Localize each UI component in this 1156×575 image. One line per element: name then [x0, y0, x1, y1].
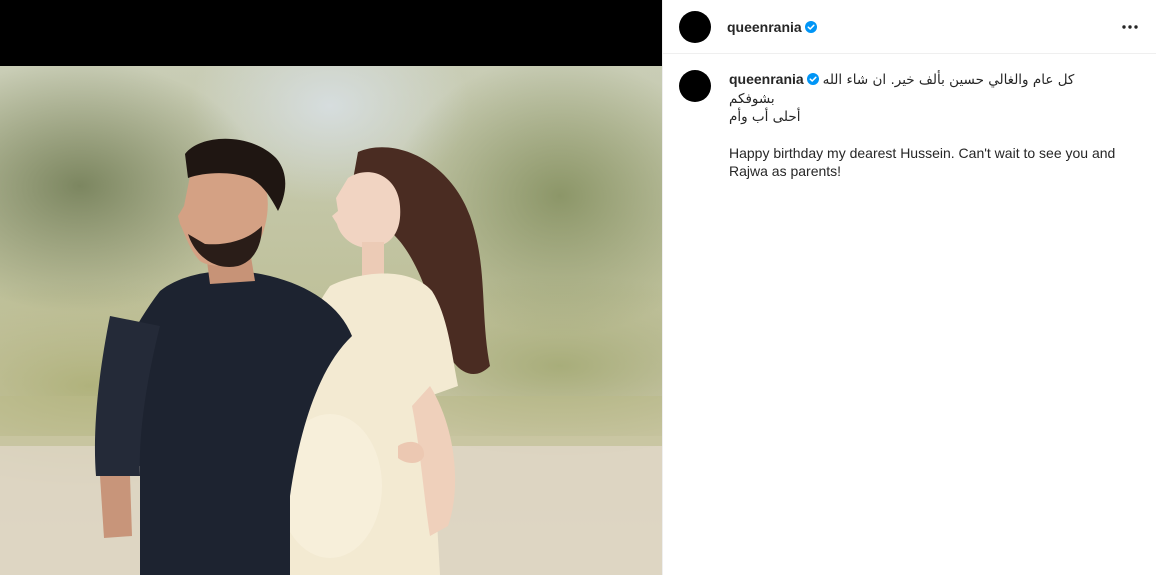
- caption-first-line: queenrania كل عام والغالي حسين بألف خير.…: [729, 70, 1119, 108]
- caption-arabic-line2: أحلى أب وأم: [729, 109, 801, 125]
- avatar[interactable]: [679, 10, 711, 43]
- photo-illustration: [0, 138, 662, 575]
- caption-username[interactable]: queenrania: [729, 71, 804, 87]
- header-username-text[interactable]: queenrania: [727, 19, 802, 35]
- post-photo[interactable]: [0, 66, 662, 575]
- caption-comment: queenrania كل عام والغالي حسين بألف خير.…: [663, 54, 1156, 180]
- post-media: [0, 0, 662, 575]
- verified-badge-icon: [804, 20, 817, 33]
- header-username[interactable]: queenrania: [727, 19, 817, 35]
- more-options-button[interactable]: [1118, 15, 1142, 39]
- caption-body: queenrania كل عام والغالي حسين بألف خير.…: [729, 70, 1119, 180]
- more-options-icon: [1122, 25, 1138, 29]
- caption-english: Happy birthday my dearest Hussein. Can't…: [729, 145, 1116, 179]
- avatar[interactable]: [679, 70, 711, 102]
- post-side-panel: queenrania queenrania كل عام والغالي حسي…: [662, 0, 1156, 575]
- verified-badge-icon: [806, 73, 819, 85]
- post-header: queenrania: [663, 0, 1156, 54]
